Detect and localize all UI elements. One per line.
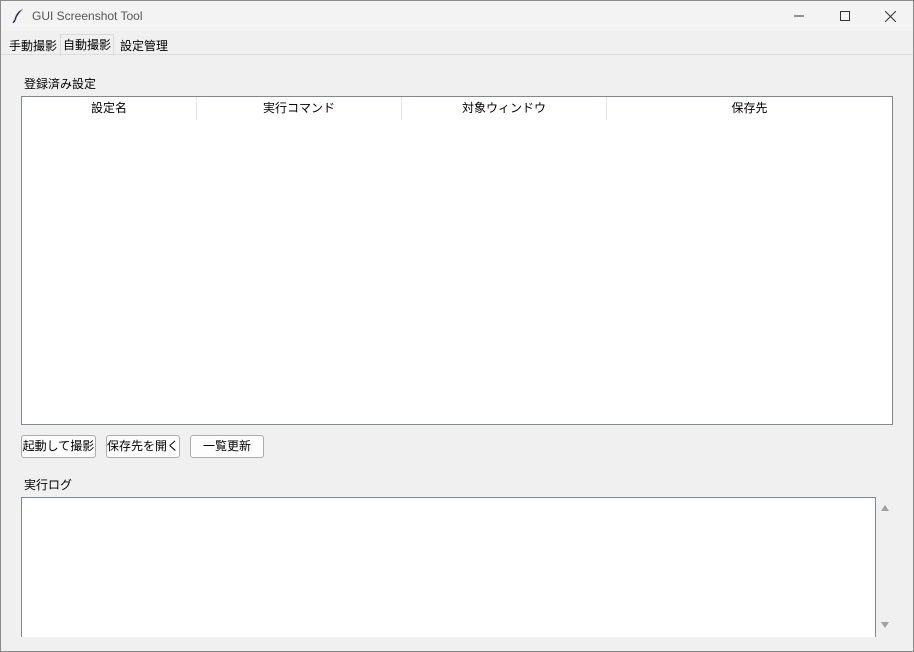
column-header-target-window[interactable]: 対象ウィンドウ [402,97,607,120]
tab-label: 設定管理 [120,39,169,53]
launch-capture-button[interactable]: 起動して撮影 [21,435,96,458]
app-window: GUI Screenshot Tool 手動撮影 自動撮影 設定管理 登録済み設… [0,0,914,652]
title-bar[interactable]: GUI Screenshot Tool [1,1,913,31]
settings-table[interactable]: 設定名 実行コマンド 対象ウィンドウ 保存先 [21,96,893,425]
tab-divider [1,54,913,55]
tab-label: 手動撮影 [9,39,58,53]
close-icon [884,10,896,22]
open-save-location-button[interactable]: 保存先を開く [106,435,180,458]
triangle-down-icon[interactable] [880,618,890,632]
tab-manual-capture[interactable]: 手動撮影 [7,37,59,55]
execution-log-textbox[interactable] [21,497,876,637]
column-header-save-location[interactable]: 保存先 [607,97,892,120]
triangle-up-icon[interactable] [880,501,890,515]
refresh-list-button[interactable]: 一覧更新 [190,435,264,458]
registered-settings-label: 登録済み設定 [24,77,97,91]
close-button[interactable] [867,1,913,31]
feather-icon [11,8,25,24]
execution-log-label: 実行ログ [24,478,73,492]
maximize-icon [840,11,850,21]
column-header-command[interactable]: 実行コマンド [197,97,402,120]
tab-label: 自動撮影 [63,38,112,52]
minimize-icon [794,11,804,21]
settings-table-header: 設定名 実行コマンド 対象ウィンドウ 保存先 [22,97,892,120]
minimize-button[interactable] [776,1,822,31]
tab-settings-management[interactable]: 設定管理 [118,37,170,55]
tab-auto-capture[interactable]: 自動撮影 [60,34,115,56]
column-header-setting-name[interactable]: 設定名 [22,97,197,120]
maximize-button[interactable] [822,1,868,31]
window-title: GUI Screenshot Tool [32,9,143,23]
